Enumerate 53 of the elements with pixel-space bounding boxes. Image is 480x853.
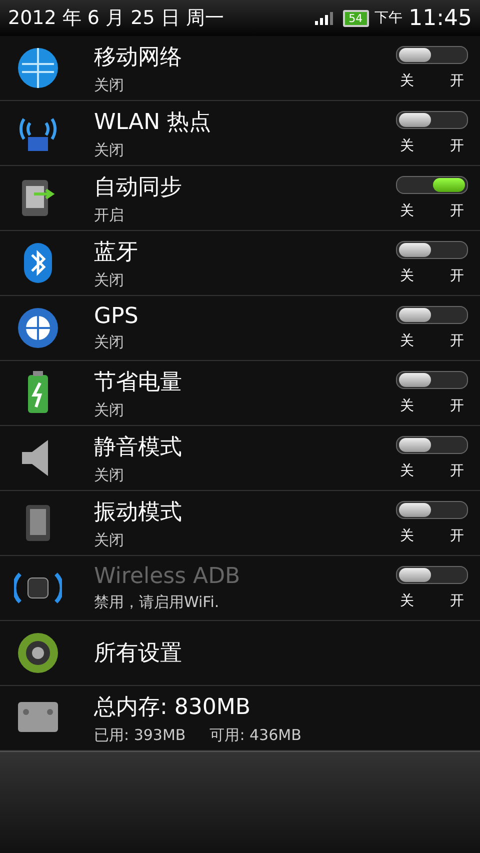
off-label: 关 — [400, 527, 414, 545]
status-ampm: 下午 — [374, 9, 403, 27]
setting-status: 关闭 — [94, 530, 124, 550]
setting-title: 节省电量 — [94, 368, 182, 396]
setting-title: 自动同步 — [94, 174, 182, 202]
off-label: 关 — [400, 202, 414, 220]
setting-status: 禁用，请启用WiFi. — [94, 593, 220, 612]
off-label: 关 — [400, 592, 414, 610]
toggle-switch[interactable] — [396, 111, 468, 129]
setting-title: 振动模式 — [94, 498, 182, 526]
on-label: 开 — [450, 332, 464, 350]
setting-status: 关闭 — [94, 466, 124, 484]
setting-status: 关闭 — [94, 140, 124, 160]
on-label: 开 — [450, 267, 464, 285]
on-label: 开 — [450, 592, 464, 610]
off-label: 关 — [400, 397, 414, 415]
on-label: 开 — [450, 72, 464, 90]
off-label: 关 — [400, 462, 414, 480]
setting-title: Wireless ADB — [94, 564, 240, 589]
setting-title: 蓝牙 — [94, 238, 138, 266]
setting-status: 开启 — [94, 206, 124, 224]
memory-used: 已用: 393MB — [94, 726, 186, 744]
on-label: 开 — [450, 527, 464, 545]
toggle-switch[interactable] — [396, 371, 468, 389]
setting-title: WLAN 热点 — [94, 108, 212, 136]
off-label: 关 — [400, 332, 414, 350]
on-label: 开 — [450, 137, 464, 155]
toggle-switch[interactable] — [396, 436, 468, 454]
on-label: 开 — [450, 202, 464, 220]
setting-status: 关闭 — [94, 270, 124, 290]
off-label: 关 — [400, 267, 414, 285]
battery-indicator: 54 — [342, 10, 369, 26]
toggle-switch[interactable] — [396, 241, 468, 259]
toggle-switch[interactable] — [396, 501, 468, 519]
on-label: 开 — [450, 397, 464, 415]
setting-title: GPS — [94, 304, 138, 329]
setting-title: 静音模式 — [94, 434, 182, 462]
status-time: 11:45 — [408, 6, 472, 30]
toggle-switch[interactable] — [396, 566, 468, 584]
setting-status: 关闭 — [94, 333, 124, 352]
toggle-switch[interactable] — [396, 46, 468, 64]
off-label: 关 — [400, 72, 414, 90]
memory-free: 可用: 436MB — [210, 726, 302, 744]
toggle-switch[interactable] — [396, 306, 468, 324]
on-label: 开 — [450, 462, 464, 480]
setting-title: 移动网络 — [94, 44, 182, 72]
toggle-switch[interactable] — [396, 176, 468, 194]
setting-title: 所有设置 — [94, 640, 182, 668]
status-date: 2012 年 6 月 25 日 周一 — [8, 6, 224, 31]
setting-status: 关闭 — [94, 400, 124, 420]
setting-title: 总内存: 830MB — [94, 694, 250, 722]
off-label: 关 — [400, 137, 414, 155]
setting-status: 关闭 — [94, 76, 124, 94]
